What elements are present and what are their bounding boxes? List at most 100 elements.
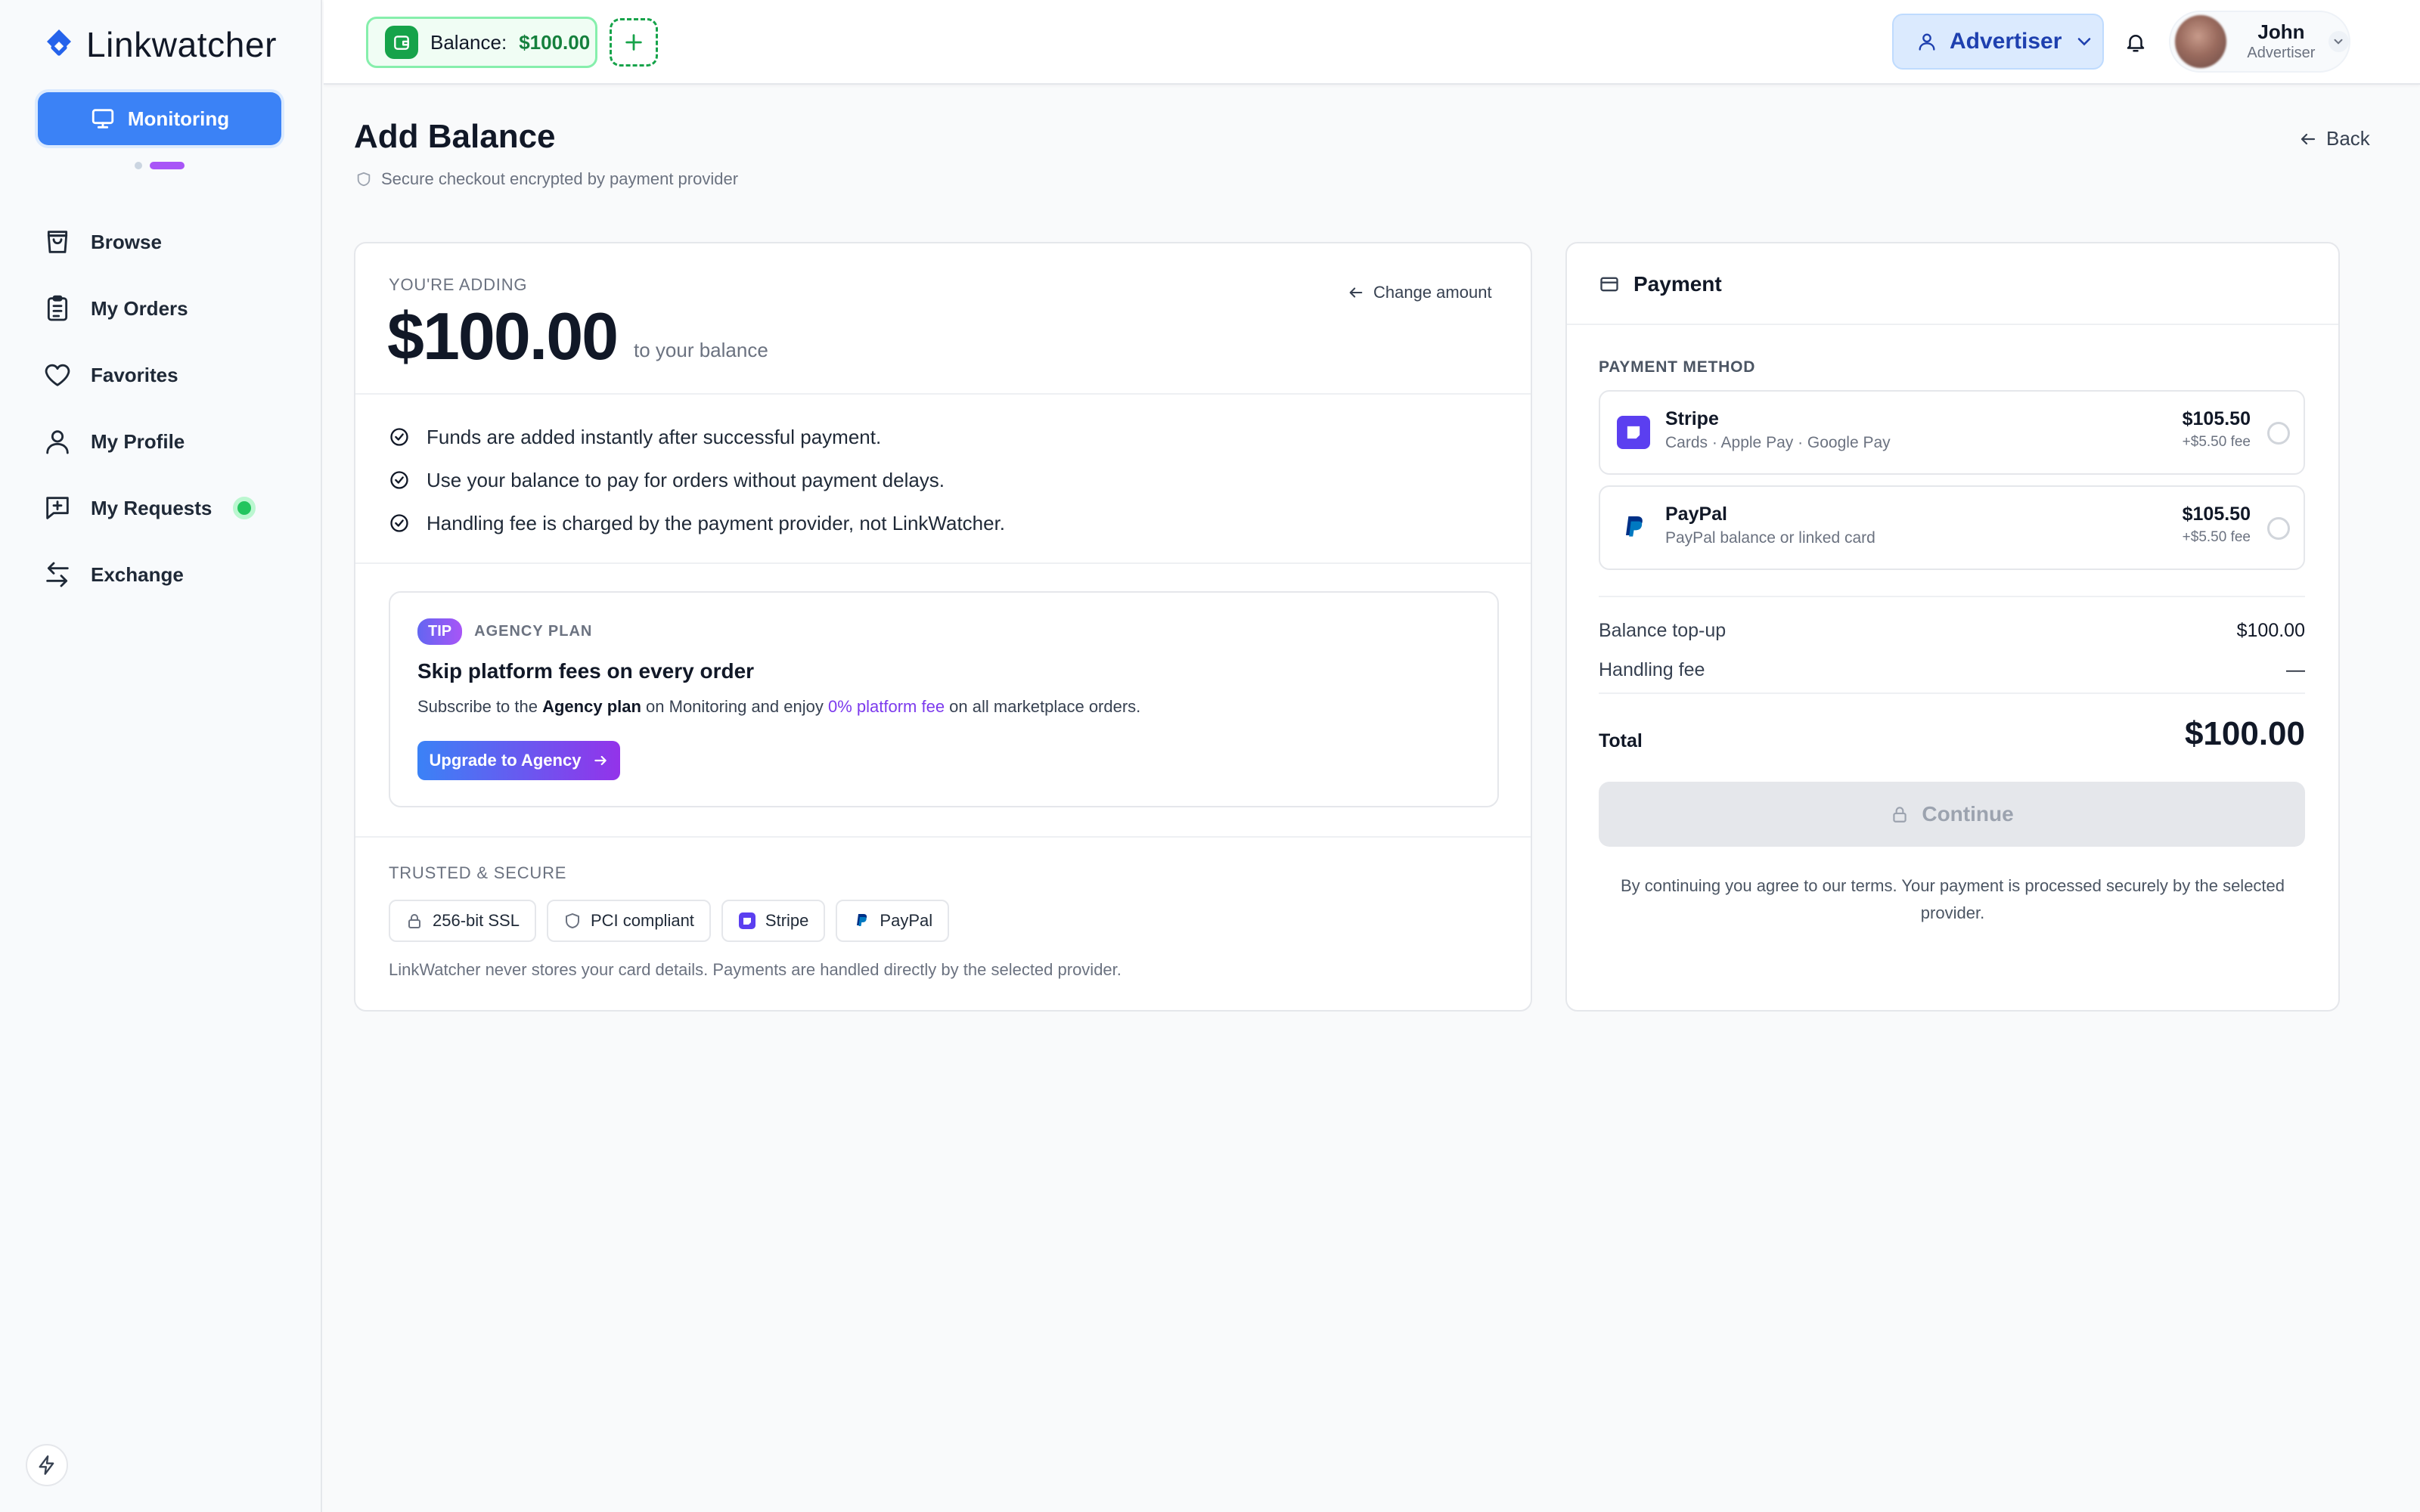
monitoring-button[interactable]: Monitoring (38, 92, 281, 145)
lock-icon (408, 914, 420, 928)
sidebar-item-label: Favorites (91, 363, 178, 386)
arrows-exchange-icon (46, 562, 69, 587)
bell-icon (2127, 35, 2145, 52)
benefits-list: Funds are added instantly after successf… (389, 422, 1005, 551)
upgrade-button-label: Upgrade to Agency (429, 751, 582, 770)
adding-amount: $100.00 (387, 299, 619, 373)
balance-label: Balance: (430, 30, 507, 54)
trust-badge-label: Stripe (765, 911, 809, 930)
stripe-logo-icon (738, 912, 755, 929)
payment-option-desc: Cards · Apple Pay · Google Pay (1665, 434, 1891, 451)
role-switcher[interactable]: Advertiser (1892, 14, 2104, 70)
add-balance-button[interactable] (610, 18, 658, 67)
stripe-logo-icon (1617, 416, 1650, 449)
shield-icon (565, 913, 579, 928)
tip-text: Subscribe to the Agency plan on Monitori… (417, 697, 1140, 717)
credit-card-icon (1600, 277, 1618, 292)
list-item: Funds are added instantly after successf… (389, 422, 1005, 452)
sidebar-item-my-requests[interactable]: My Requests (42, 490, 256, 526)
list-item: Use your balance to pay for orders witho… (389, 465, 1005, 495)
app-name: Linkwatcher (86, 25, 278, 64)
chevron-down-icon (2328, 31, 2350, 52)
continue-button[interactable]: Continue (1599, 782, 2305, 847)
payment-option-radio[interactable] (2267, 517, 2290, 540)
arrow-left-icon (1349, 287, 1363, 298)
app-logo[interactable]: Linkwatcher (41, 24, 277, 65)
user-menu[interactable]: John Advertiser (2169, 11, 2350, 73)
divider (1599, 596, 2305, 597)
payment-option-fee: +$5.50 fee (2182, 434, 2251, 450)
monitoring-button-label: Monitoring (127, 107, 230, 130)
sidebar-item-my-orders[interactable]: My Orders (42, 290, 256, 327)
payment-option-price: $105.50 (2182, 408, 2251, 429)
status-indicator (233, 497, 256, 519)
linkwatcher-logo-icon (47, 29, 71, 56)
summary-row-fee: Handling fee — (1599, 659, 2305, 681)
back-label: Back (2326, 127, 2370, 150)
arrow-right-icon (594, 755, 607, 766)
trust-badge-stripe: Stripe (721, 900, 826, 942)
list-item: Handling fee is charged by the payment p… (389, 508, 1005, 538)
benefit-text: Use your balance to pay for orders witho… (427, 468, 945, 491)
check-circle-icon (390, 471, 408, 489)
payment-method-label: PAYMENT METHOD (1599, 358, 1756, 376)
bolt-icon (39, 1455, 54, 1475)
carousel-dot-active[interactable] (150, 162, 185, 169)
clipboard-list-icon (47, 295, 68, 321)
agency-plan-tip: TIP AGENCY PLAN Skip platform fees on ev… (389, 591, 1499, 807)
secure-note-text: Secure checkout encrypted by payment pro… (381, 169, 739, 188)
payment-card: Payment PAYMENT METHOD Stripe Cards · Ap… (1565, 242, 2340, 1012)
page-title: Add Balance (354, 118, 556, 155)
trust-note: LinkWatcher never stores your card detai… (389, 960, 1122, 979)
change-amount-link[interactable]: Change amount (1348, 283, 1492, 302)
tip-text-part: on Monitoring and enjoy (641, 697, 828, 716)
sidebar-item-favorites[interactable]: Favorites (42, 357, 256, 393)
sidebar-item-my-profile[interactable]: My Profile (42, 423, 256, 460)
heart-icon (45, 364, 70, 386)
upgrade-to-agency-button[interactable]: Upgrade to Agency (417, 741, 620, 780)
adding-summary-card: YOU'RE ADDING $100.00 to your balance Ch… (354, 242, 1532, 1012)
payment-option-paypal[interactable]: PayPal PayPal balance or linked card $10… (1599, 485, 2305, 570)
summary-label: Handling fee (1599, 659, 1705, 680)
divider (355, 836, 1531, 838)
sidebar-item-exchange[interactable]: Exchange (42, 556, 256, 593)
payment-option-name: PayPal (1665, 503, 1728, 525)
platform-fee-highlight: 0% platform fee (827, 697, 945, 716)
payment-option-stripe[interactable]: Stripe Cards · Apple Pay · Google Pay $1… (1599, 390, 2305, 475)
benefit-text: Handling fee is charged by the payment p… (427, 511, 1006, 534)
back-link[interactable]: Back (2299, 127, 2370, 150)
chevron-down-icon (2078, 38, 2091, 46)
tip-text-bold: Agency plan (542, 697, 641, 716)
balance-indicator[interactable]: Balance: $100.00 (366, 17, 597, 68)
shopping-bag-icon (47, 231, 68, 253)
summary-value: — (2286, 659, 2305, 680)
total-label: Total (1599, 730, 1643, 751)
change-amount-label: Change amount (1373, 283, 1492, 302)
sidebar-item-browse[interactable]: Browse (42, 224, 256, 260)
payment-option-fee: +$5.50 fee (2182, 529, 2251, 545)
summary-value: $100.00 (2236, 620, 2305, 641)
user-icon (46, 430, 69, 454)
payment-title: Payment (1634, 272, 1722, 296)
tip-title: Skip platform fees on every order (417, 659, 755, 683)
summary-label: Balance top-up (1599, 620, 1727, 641)
tip-text-part: on all marketplace orders. (945, 697, 1141, 716)
sidebar-item-label: Exchange (91, 562, 184, 586)
continue-label: Continue (1922, 802, 2014, 826)
total-value: $100.00 (2184, 715, 2305, 752)
divider (355, 393, 1531, 395)
plus-icon (625, 34, 642, 51)
adding-label: YOU'RE ADDING (389, 275, 528, 294)
tip-plan-label: AGENCY PLAN (474, 623, 593, 640)
carousel-dot[interactable] (135, 162, 142, 169)
quick-actions-button[interactable] (26, 1444, 68, 1486)
adding-amount-suffix: to your balance (634, 339, 768, 361)
sidebar-item-label: My Requests (91, 496, 213, 519)
benefit-text: Funds are added instantly after successf… (427, 425, 882, 448)
divider (1599, 692, 2305, 694)
notifications-button[interactable] (2119, 26, 2152, 59)
payment-option-radio[interactable] (2267, 422, 2290, 445)
user-info: John Advertiser (2237, 20, 2325, 63)
terms-note: By continuing you agree to our terms. Yo… (1620, 876, 2285, 922)
monitor-icon (92, 109, 114, 129)
